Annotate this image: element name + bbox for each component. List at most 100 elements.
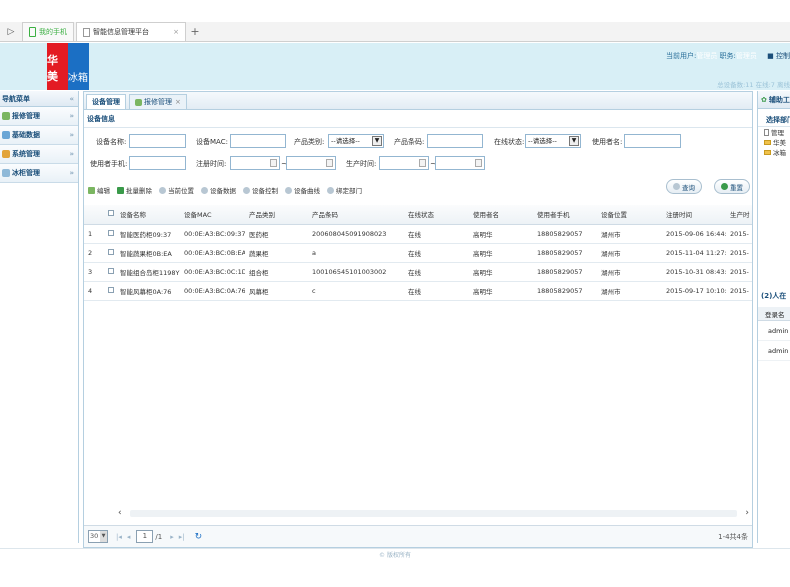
row-checkbox[interactable]	[104, 281, 116, 301]
first-page-icon[interactable]: |◂	[116, 533, 122, 541]
page-size-select[interactable]: 30 ▼	[88, 530, 108, 543]
row-checkbox[interactable]	[104, 224, 116, 244]
tree-node[interactable]: 华美	[764, 137, 790, 147]
search-icon	[673, 183, 680, 190]
column-header[interactable]: 在线状态	[404, 205, 469, 225]
refresh-icon	[721, 183, 728, 190]
scroll-left-icon[interactable]: ‹	[118, 508, 122, 518]
scroll-right-icon[interactable]: ›	[745, 508, 749, 518]
table-cell: 智能医药柜09:37	[116, 224, 180, 244]
new-tab-button[interactable]: +	[188, 22, 202, 41]
column-header[interactable]: 生产时	[726, 205, 752, 225]
horizontal-scrollbar[interactable]: ‹ ›	[118, 506, 749, 520]
table-cell: 00:0E:A3:BC:0B:EA	[180, 243, 245, 263]
close-tab-icon[interactable]: ×	[175, 98, 181, 106]
department-tree: 管理 华美 冰箱	[758, 127, 790, 157]
query-button[interactable]: 查询	[666, 179, 702, 194]
product-category-label: 产品类别:	[294, 138, 325, 146]
product-barcode-input[interactable]	[427, 134, 483, 148]
prev-page-icon[interactable]: ◂	[127, 533, 131, 541]
table-cell: 2015-	[726, 243, 752, 263]
table-row[interactable]: 3 智能组合岛柜1198Y 00:0E:A3:BC:0C:1D 组合柜 1001…	[84, 262, 752, 282]
tree-node[interactable]: 冰箱	[764, 147, 790, 157]
table-cell: 医药柜	[245, 224, 308, 244]
table-cell: 2015-09-06 16:44:00	[662, 224, 726, 244]
batch-delete-button[interactable]: 批量删除	[117, 185, 152, 195]
reset-button[interactable]: 重置	[714, 179, 750, 194]
chevron-down-icon: ▼	[372, 136, 382, 146]
page-number-input[interactable]: 1	[136, 530, 154, 543]
product-category-select[interactable]: --请选择-- ▼	[328, 134, 384, 148]
browser-tab-phone[interactable]: 我的手机	[22, 22, 74, 41]
browser-tab-platform[interactable]: 智能信息管理平台 ×	[76, 22, 186, 41]
column-header[interactable]: 产品类别	[245, 205, 308, 225]
app-header: 华美 冰箱 当前用户:管理员 职务:管理员 ■ 控制 总设备数:11 在线:7 …	[0, 43, 790, 90]
online-status-select[interactable]: --请选择-- ▼	[525, 134, 581, 148]
chevron-down-icon: ▼	[569, 136, 579, 146]
device-curve-button[interactable]: 设备曲线	[285, 185, 320, 195]
row-checkbox[interactable]	[104, 243, 116, 263]
column-header[interactable]: 设备MAC	[180, 205, 245, 225]
register-time-start-input[interactable]	[230, 156, 280, 170]
device-control-button[interactable]: 设备控制	[243, 185, 278, 195]
calendar-icon[interactable]	[475, 159, 482, 167]
production-time-start-input[interactable]	[379, 156, 429, 170]
sidebar-item-basic-data[interactable]: 基础数据 »	[0, 126, 78, 145]
chevron-down-icon: »	[69, 112, 74, 120]
next-page-icon[interactable]: ▸	[170, 533, 174, 541]
table-cell: 在线	[404, 224, 469, 244]
row-number: 4	[84, 281, 104, 301]
search-icon	[159, 186, 166, 194]
sidebar-toggle-icon[interactable]: ▷	[0, 22, 22, 41]
user-phone-label: 使用者手机:	[90, 160, 128, 168]
sidebar-item-repair[interactable]: 报修管理 »	[0, 107, 78, 126]
list-item[interactable]: admin	[758, 322, 790, 341]
scroll-track[interactable]	[130, 510, 737, 517]
edit-button[interactable]: 编辑	[88, 185, 110, 195]
select-all-checkbox[interactable]	[104, 205, 116, 225]
sidebar-item-freezer[interactable]: 冰柜管理 »	[0, 164, 78, 183]
calendar-icon[interactable]	[419, 159, 426, 167]
online-users-section-title: (2)人在	[761, 292, 787, 300]
column-header[interactable]: 使用者手机	[533, 205, 597, 225]
table-cell: 高明华	[469, 262, 533, 282]
column-header[interactable]: 使用者名	[469, 205, 533, 225]
register-time-end-input[interactable]	[286, 156, 336, 170]
column-header[interactable]: 设备位置	[597, 205, 662, 225]
calendar-icon[interactable]	[270, 159, 277, 167]
collapse-sidebar-icon[interactable]: «	[69, 95, 74, 103]
page-info: 1-4共4条	[718, 533, 748, 541]
table-row[interactable]: 1 智能医药柜09:37 00:0E:A3:BC:09:37 医药柜 20060…	[84, 224, 752, 244]
table-cell: 18805829057	[533, 243, 597, 263]
user-label: 当前用户:	[665, 52, 697, 60]
table-row[interactable]: 4 智能风幕柜0A:76 00:0E:A3:BC:0A:76 风幕柜 c 在线 …	[84, 281, 752, 301]
user-value: 管理员	[696, 52, 718, 60]
refresh-icon[interactable]: ↻	[195, 532, 203, 542]
column-header[interactable]: 产品条码	[308, 205, 404, 225]
device-mac-input[interactable]	[230, 134, 286, 148]
device-name-input[interactable]	[129, 134, 186, 148]
toolbar: 编辑 批量删除 当前位置 设备数据 设备控制 设备曲线 绑定部门 查询 重置	[84, 179, 752, 198]
device-data-button[interactable]: 设备数据	[201, 185, 236, 195]
tab-repair-management[interactable]: 报修管理 ×	[129, 94, 187, 109]
tab-device-management[interactable]: 设备管理	[86, 94, 126, 109]
close-tab-icon[interactable]: ×	[173, 28, 179, 36]
last-page-icon[interactable]: ▸|	[179, 533, 185, 541]
column-header[interactable]: 注册时间	[662, 205, 726, 225]
right-panel-header: ✿ 辅助工	[758, 91, 790, 109]
column-header[interactable]: 设备名称	[116, 205, 180, 225]
production-time-end-input[interactable]	[435, 156, 485, 170]
top-blank	[0, 0, 790, 22]
user-name-input[interactable]	[624, 134, 681, 148]
row-checkbox[interactable]	[104, 262, 116, 282]
current-location-button[interactable]: 当前位置	[159, 185, 194, 195]
calendar-icon[interactable]	[326, 159, 333, 167]
tree-node[interactable]: 管理	[764, 127, 790, 137]
user-phone-input[interactable]	[129, 156, 186, 170]
sidebar-item-system[interactable]: 系统管理 »	[0, 145, 78, 164]
control-link[interactable]: ■ 控制	[767, 52, 790, 60]
table-row[interactable]: 2 智能蔬果柜0B:EA 00:0E:A3:BC:0B:EA 蔬果柜 a 在线 …	[84, 243, 752, 263]
freezer-icon	[2, 169, 10, 177]
list-item[interactable]: admin	[758, 342, 790, 361]
bind-department-button[interactable]: 绑定部门	[327, 185, 362, 195]
